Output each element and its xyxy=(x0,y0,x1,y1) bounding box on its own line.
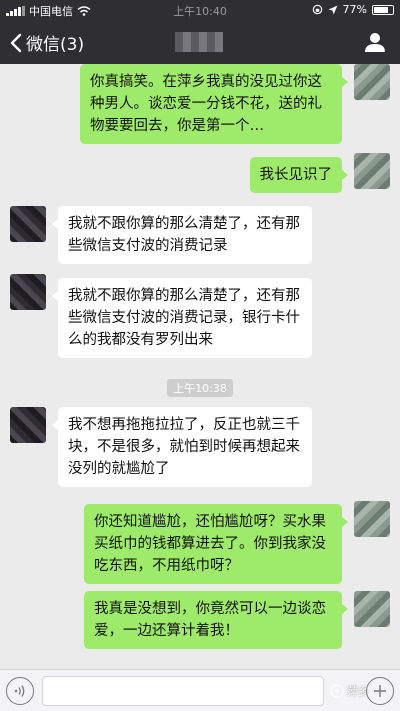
nav-bar: 微信(3) xyxy=(0,20,400,64)
plus-button[interactable] xyxy=(366,677,394,705)
battery-icon xyxy=(372,4,394,15)
self-avatar[interactable] xyxy=(354,591,390,627)
watermark-logo-icon xyxy=(330,684,344,698)
back-label: 微信(3) xyxy=(26,35,85,55)
chat-area[interactable]: 你真搞笑。在萍乡我真的没见过你这种男人。谈恋爱一分钱不花，送的礼物要要回去，你是… xyxy=(0,64,400,669)
chat-title-pixelated xyxy=(175,32,223,52)
battery-fill xyxy=(374,6,388,13)
message-timestamp: 上午10:38 xyxy=(0,377,400,397)
self-avatar[interactable] xyxy=(354,64,390,100)
message-bubble[interactable]: 我就不跟你算的那么清楚了，还有那些微信支付波的消费记录，银行卡什么的我都没有罗列… xyxy=(52,278,312,358)
message-bubble[interactable]: 我长见识了 xyxy=(249,157,348,193)
message-bubble[interactable]: 我不想再拖拖拉拉了，反正也就三千块，不是很多，就怕到时候再想起来没列的就尴尬了 xyxy=(52,407,312,487)
back-button[interactable]: 微信(3) xyxy=(10,30,84,55)
plus-icon xyxy=(374,685,386,697)
battery-percent: 77% xyxy=(342,3,367,16)
self-avatar[interactable] xyxy=(354,501,390,537)
profile-icon[interactable] xyxy=(364,31,386,53)
message-bubble[interactable]: 你还知道尴尬，还怕尴尬呀？买水果买纸巾的钱都算进去了。你到我家没吃东西，不用纸巾… xyxy=(84,504,348,584)
rotation-lock-icon xyxy=(312,4,322,15)
voice-icon xyxy=(14,685,25,697)
message-bubble[interactable]: 我真是没想到，你竟然可以一边谈恋爱，一边还算计着我！ xyxy=(84,591,348,649)
input-bar: 萍乡 xyxy=(0,669,400,711)
status-bar: 中国电信 上午10:40 77% xyxy=(0,0,400,20)
contact-avatar[interactable] xyxy=(10,274,46,310)
message-input[interactable] xyxy=(42,676,324,706)
contact-avatar[interactable] xyxy=(10,407,46,443)
location-icon xyxy=(328,5,338,14)
contact-avatar[interactable] xyxy=(10,206,46,242)
chevron-left-icon xyxy=(10,33,22,52)
message-bubble[interactable]: 我就不跟你算的那么清楚了，还有那些微信支付波的消费记录 xyxy=(52,206,312,264)
status-right: 77% xyxy=(312,3,394,16)
voice-button[interactable] xyxy=(6,677,34,705)
message-bubble[interactable]: 你真搞笑。在萍乡我真的没见过你这种男人。谈恋爱一分钱不花，送的礼物要要回去，你是… xyxy=(80,64,348,144)
self-avatar[interactable] xyxy=(354,153,390,189)
watermark: 萍乡 xyxy=(330,683,369,699)
